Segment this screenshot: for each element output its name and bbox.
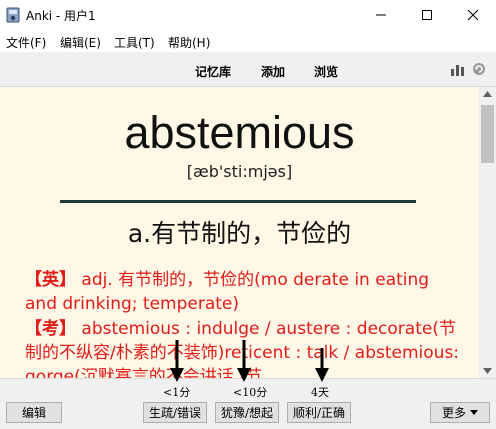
exam-notes: 【考】 abstemious : indulge / austere : dec… [25, 317, 465, 378]
menu-edit[interactable]: 编辑(E) [60, 34, 101, 51]
close-icon [467, 9, 479, 21]
en-tag: 【英】 [25, 270, 76, 290]
card-view: abstemious [æb'sti:mjəs] a.有节制的，节俭的 【英】 … [0, 87, 479, 378]
answer-hard-button[interactable]: 犹豫/想起 [215, 402, 279, 423]
answer-good-button[interactable]: 顺利/正确 [287, 402, 351, 423]
answer-again-button[interactable]: 生疏/错误 [143, 402, 207, 423]
minimize-icon [376, 14, 386, 16]
vertical-scrollbar[interactable] [479, 87, 496, 378]
answer-bar: 编辑 <1分 <10分 4天 生疏/错误 犹豫/想起 顺利/正确 更多 [0, 378, 496, 429]
more-button[interactable]: 更多 [430, 402, 490, 423]
decks-link[interactable]: 记忆库 [195, 63, 231, 80]
scroll-up-icon[interactable] [483, 91, 492, 97]
browse-link[interactable]: 浏览 [314, 63, 338, 80]
chevron-down-icon [470, 410, 478, 415]
card-divider [60, 200, 416, 203]
edit-button[interactable]: 编辑 [6, 402, 62, 423]
add-link[interactable]: 添加 [261, 63, 285, 80]
top-toolbar: 记忆库 添加 浏览 [0, 52, 496, 87]
card-word: abstemious [124, 107, 355, 158]
scrollbar-thumb[interactable] [481, 105, 494, 163]
kao-text: abstemious : indulge / austere : decorat… [25, 319, 460, 378]
card-meaning: a.有节制的，节俭的 [127, 219, 352, 248]
english-definition: 【英】 adj. 有节制的，节俭的(mo derate in eating an… [25, 268, 465, 316]
maximize-icon [422, 10, 432, 20]
interval-good: 4天 [311, 386, 329, 399]
more-label: 更多 [441, 406, 466, 420]
kao-tag: 【考】 [25, 319, 76, 339]
menu-bar: 文件(F) 编辑(E) 工具(T) 帮助(H) [0, 30, 496, 52]
interval-hard: <10分 [233, 386, 268, 399]
en-text: adj. 有节制的，节俭的(mo derate in eating and dr… [25, 270, 430, 314]
close-button[interactable] [450, 0, 496, 30]
menu-tools[interactable]: 工具(T) [114, 34, 155, 51]
scroll-down-icon[interactable] [483, 368, 492, 374]
interval-again: <1分 [163, 386, 191, 399]
anki-app-icon [6, 7, 20, 23]
title-bar: Anki - 用户1 [0, 0, 496, 30]
minimize-button[interactable] [358, 0, 404, 30]
window-title: Anki - 用户1 [26, 9, 96, 23]
card-phonetic: [æb'sti:mjəs] [186, 162, 293, 181]
menu-help[interactable]: 帮助(H) [168, 34, 210, 51]
sync-icon[interactable] [472, 62, 486, 76]
maximize-button[interactable] [404, 0, 450, 30]
menu-file[interactable]: 文件(F) [6, 34, 46, 51]
stats-icon[interactable] [450, 62, 466, 76]
